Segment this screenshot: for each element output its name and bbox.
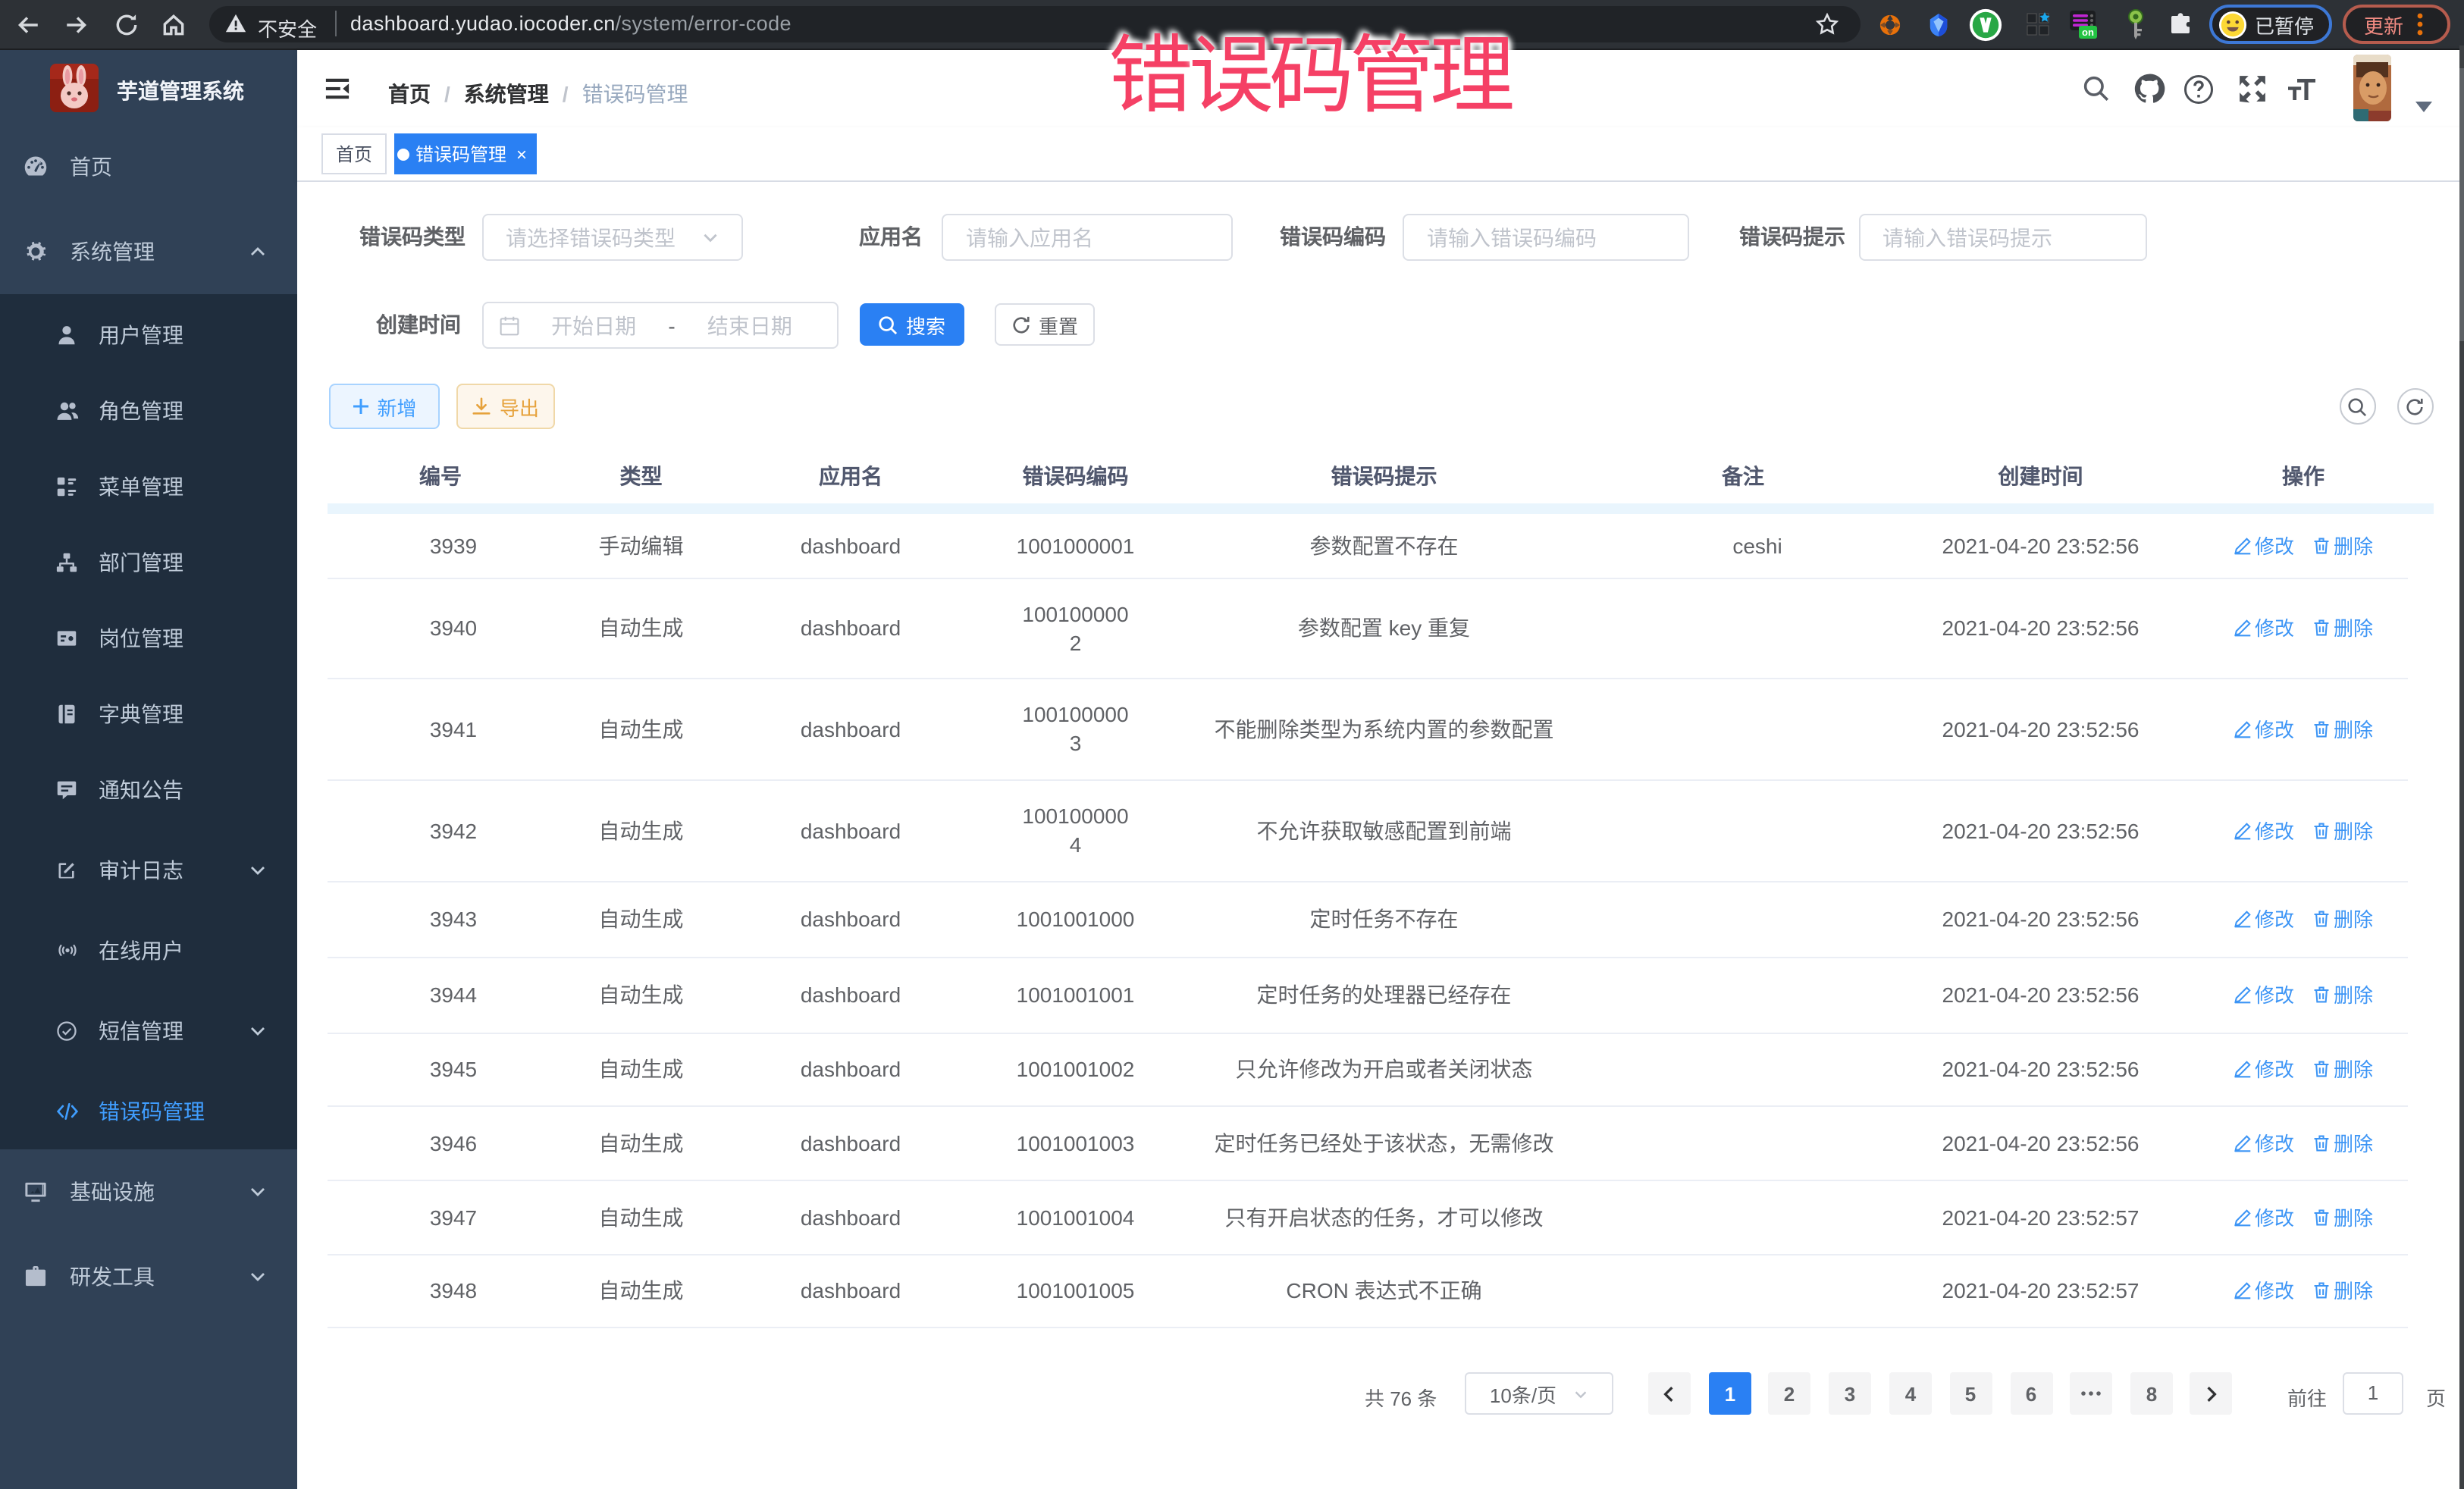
- svg-text:on: on: [2082, 27, 2094, 38]
